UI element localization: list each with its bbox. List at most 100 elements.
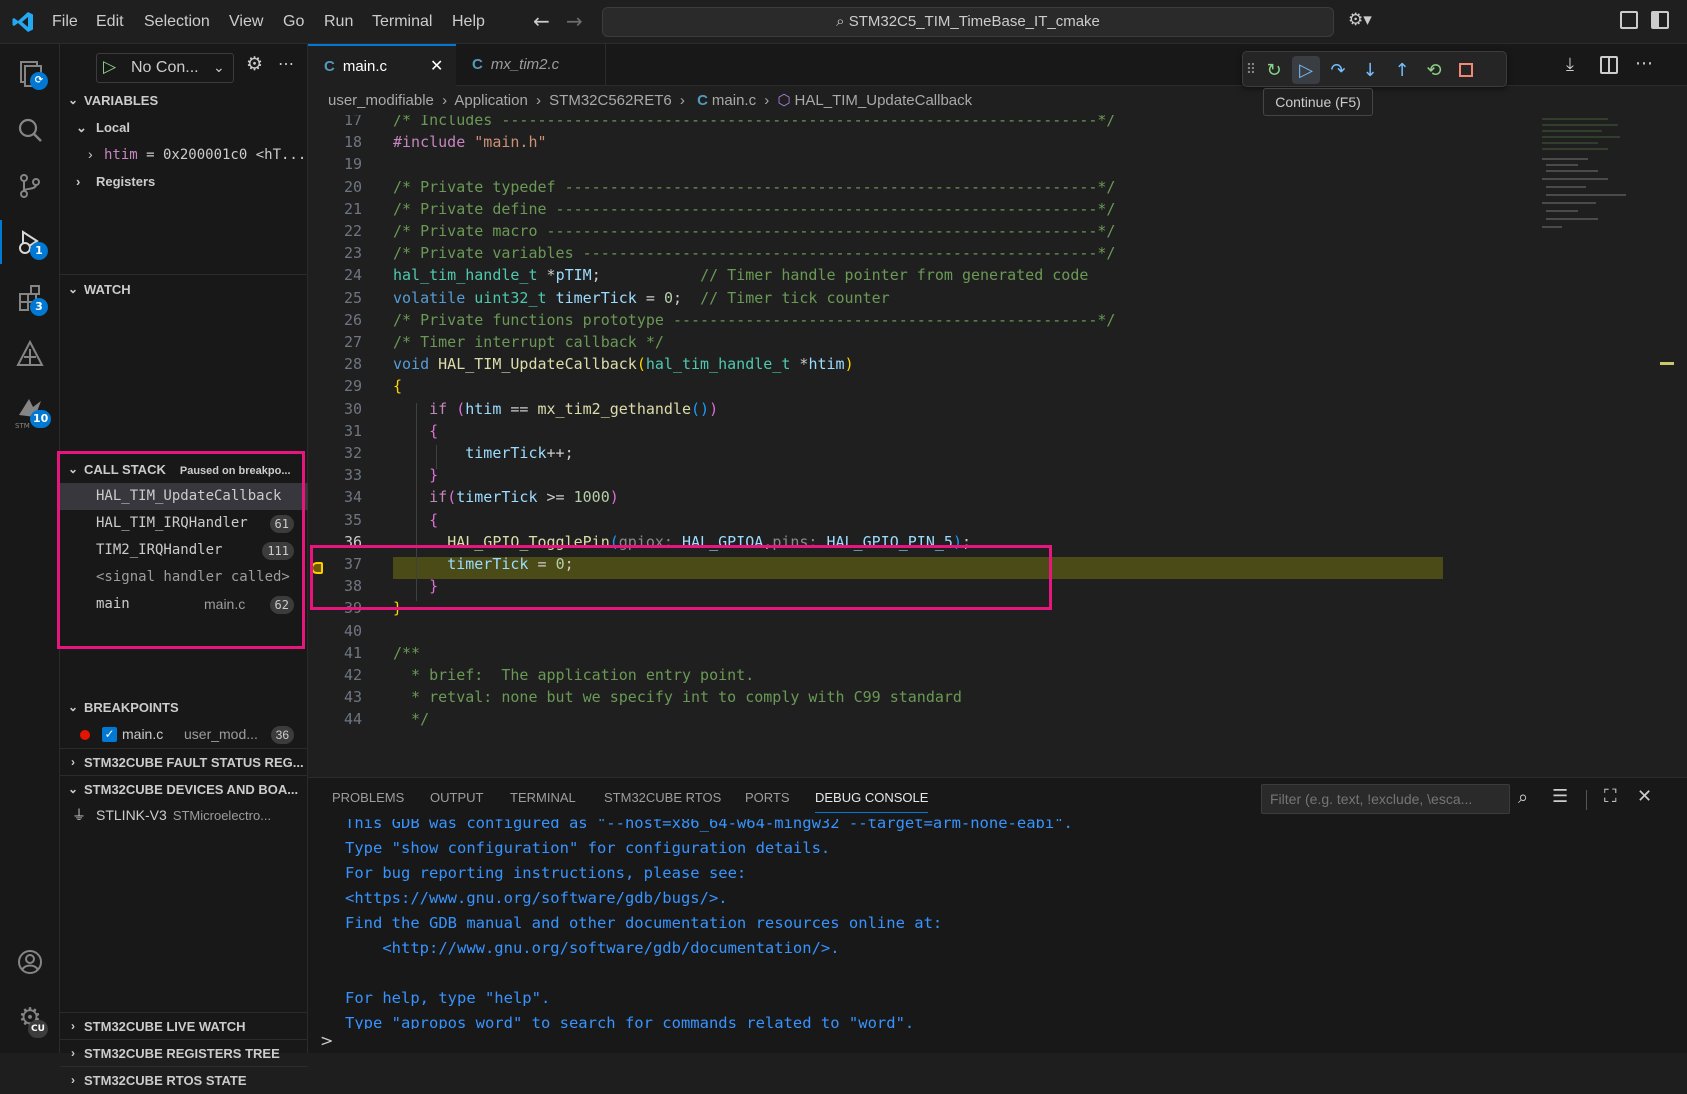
stm-mascot-icon[interactable]: STM 10 xyxy=(0,382,60,438)
copilot-icon[interactable]: ⚙▾ xyxy=(1348,10,1372,30)
line-number[interactable]: 44 xyxy=(308,707,362,731)
menu-help[interactable]: Help xyxy=(452,0,485,44)
line-number[interactable]: 25 xyxy=(308,286,362,310)
devices-header[interactable]: ⌄ STM32CUBE DEVICES AND BOA... xyxy=(60,775,308,802)
breadcrumb-item[interactable]: HAL_TIM_UpdateCallback xyxy=(795,92,973,109)
debug-pin-icon[interactable]: ⤓ xyxy=(1566,54,1574,75)
start-debugging-icon[interactable]: ▷ xyxy=(103,57,116,77)
variables-header[interactable]: ⌄ VARIABLES xyxy=(60,87,308,114)
line-number[interactable]: 42 xyxy=(308,663,362,687)
fault-status-header[interactable]: › STM32CUBE FAULT STATUS REG... xyxy=(60,748,308,775)
panel-tab-stm32cube-rtos[interactable]: STM32CUBE RTOS xyxy=(604,777,721,819)
line-number[interactable]: 41 xyxy=(308,641,362,665)
panel-tab-terminal[interactable]: TERMINAL xyxy=(510,777,576,819)
drag-handle-icon[interactable]: ⠿ xyxy=(1245,56,1257,84)
line-number[interactable]: 43 xyxy=(308,685,362,709)
run-debug-icon[interactable]: 1 xyxy=(0,214,60,270)
accounts-icon[interactable] xyxy=(0,934,60,990)
console-filter-input[interactable] xyxy=(1261,784,1510,814)
line-number[interactable]: 30 xyxy=(308,397,362,421)
extensions-icon[interactable]: 3 xyxy=(0,270,60,326)
line-number[interactable]: 29 xyxy=(308,374,362,398)
minimap[interactable] xyxy=(1538,115,1637,235)
rtos-state-header[interactable]: › STM32CUBE RTOS STATE xyxy=(60,1066,308,1093)
close-panel-icon[interactable]: ✕ xyxy=(1637,786,1652,807)
line-number[interactable]: 18 xyxy=(308,130,362,154)
code-line: /* Timer interrupt callback */ xyxy=(393,333,664,351)
watch-header[interactable]: ⌄ WATCH xyxy=(60,276,308,303)
debug-settings-gear-icon[interactable]: ⚙ xyxy=(246,53,263,76)
line-number[interactable]: 31 xyxy=(308,419,362,443)
search-icon[interactable] xyxy=(0,102,60,158)
source-control-icon[interactable] xyxy=(0,158,60,214)
back-arrow-icon[interactable]: ← xyxy=(533,9,550,33)
toggle-sidebar-icon[interactable] xyxy=(1651,11,1669,29)
stm32cube-icon[interactable] xyxy=(0,326,60,382)
restart-icon[interactable]: ⟲ xyxy=(1420,56,1448,84)
device-item[interactable]: ⏚ STLINK-V3 STMicroelectro... xyxy=(60,802,308,829)
stop-icon[interactable] xyxy=(1452,56,1480,84)
forward-arrow-icon[interactable]: → xyxy=(566,9,583,33)
line-number[interactable]: 24 xyxy=(308,263,362,287)
breakpoint-item[interactable]: ✓ main.c user_mod... 36 xyxy=(60,721,308,748)
line-number[interactable]: 32 xyxy=(308,441,362,465)
split-editor-icon[interactable] xyxy=(1600,56,1618,74)
breakpoints-header[interactable]: ⌄ BREAKPOINTS xyxy=(60,694,308,721)
maximize-panel-icon[interactable]: ⛶ xyxy=(1604,786,1617,807)
panel-tab-ports[interactable]: PORTS xyxy=(745,777,790,819)
breadcrumb-item[interactable]: STM32C562RET6 xyxy=(549,92,672,109)
clear-console-icon[interactable]: ☰ xyxy=(1552,786,1568,807)
menu-edit[interactable]: Edit xyxy=(96,0,124,44)
editor-more-icon[interactable]: ⋯ xyxy=(1635,53,1653,74)
layout-customize-icon[interactable] xyxy=(1620,11,1638,29)
debug-console-output[interactable]: This GDB was configured as "--host=x86_6… xyxy=(308,819,1687,1029)
tab-mx-tim2-c[interactable]: Cmx_tim2.c xyxy=(456,44,606,86)
line-number[interactable]: 21 xyxy=(308,197,362,221)
panel-tab-output[interactable]: OUTPUT xyxy=(430,777,483,819)
line-number[interactable]: 19 xyxy=(308,152,362,176)
search-icon[interactable]: ⌕ xyxy=(1518,787,1528,808)
line-number[interactable]: 40 xyxy=(308,619,362,643)
menu-go[interactable]: Go xyxy=(283,0,304,44)
breadcrumb-item[interactable]: main.c xyxy=(712,92,756,109)
menu-view[interactable]: View xyxy=(229,0,263,44)
breakpoint-checkbox[interactable]: ✓ xyxy=(102,727,117,742)
more-actions-icon[interactable]: ⋯ xyxy=(278,54,294,74)
explorer-icon[interactable]: ⟳ xyxy=(0,46,60,102)
menu-file[interactable]: File xyxy=(52,0,78,44)
panel-tab-debug-console[interactable]: DEBUG CONSOLE xyxy=(815,783,929,813)
manage-gear-icon[interactable]: ⚙ CU xyxy=(0,990,60,1046)
line-number[interactable]: 20 xyxy=(308,175,362,199)
tab-main-c[interactable]: Cmain.c ✕ xyxy=(308,44,456,86)
console-input-row[interactable]: > xyxy=(308,1030,1687,1053)
live-watch-header[interactable]: › STM32CUBE LIVE WATCH xyxy=(60,1012,308,1039)
step-over-icon[interactable]: ↷ xyxy=(1324,56,1352,84)
menu-terminal[interactable]: Terminal xyxy=(372,0,432,44)
line-number[interactable]: 35 xyxy=(308,508,362,532)
close-icon[interactable]: ✕ xyxy=(430,46,443,88)
continue-icon[interactable]: ▷ xyxy=(1292,56,1320,84)
breadcrumb-item[interactable]: user_modifiable xyxy=(328,92,434,109)
line-number[interactable]: 28 xyxy=(308,352,362,376)
restart-frame-icon[interactable]: ↻ xyxy=(1260,56,1288,84)
panel-tab-problems[interactable]: PROBLEMS xyxy=(332,777,404,819)
command-center-search[interactable]: ⌕ STM32C5_TIM_TimeBase_IT_cmake xyxy=(602,7,1334,37)
step-out-icon[interactable]: ↑ xyxy=(1388,56,1416,84)
menu-selection[interactable]: Selection xyxy=(144,0,210,44)
variable-htim[interactable]: › htim = 0x200001c0 <hT... xyxy=(60,141,308,168)
breadcrumb-item[interactable]: Application xyxy=(454,92,527,109)
menu-run[interactable]: Run xyxy=(324,0,353,44)
variables-local-scope[interactable]: ⌄ Local xyxy=(60,114,308,141)
line-number[interactable]: 22 xyxy=(308,219,362,243)
line-number[interactable]: 34 xyxy=(308,485,362,509)
step-into-icon[interactable]: ↓ xyxy=(1356,56,1384,84)
code-line: } xyxy=(429,466,439,485)
variables-registers-scope[interactable]: › Registers xyxy=(60,168,308,195)
line-number[interactable]: 33 xyxy=(308,463,362,487)
run-config-dropdown[interactable]: ▷ No Con... ⌄ xyxy=(96,53,234,83)
function-cube-icon: ⬡ xyxy=(777,92,791,109)
line-number[interactable]: 27 xyxy=(308,330,362,354)
line-number[interactable]: 23 xyxy=(308,241,362,265)
line-number[interactable]: 26 xyxy=(308,308,362,332)
code-editor[interactable]: 17/* Includes --------------------------… xyxy=(308,115,1538,777)
